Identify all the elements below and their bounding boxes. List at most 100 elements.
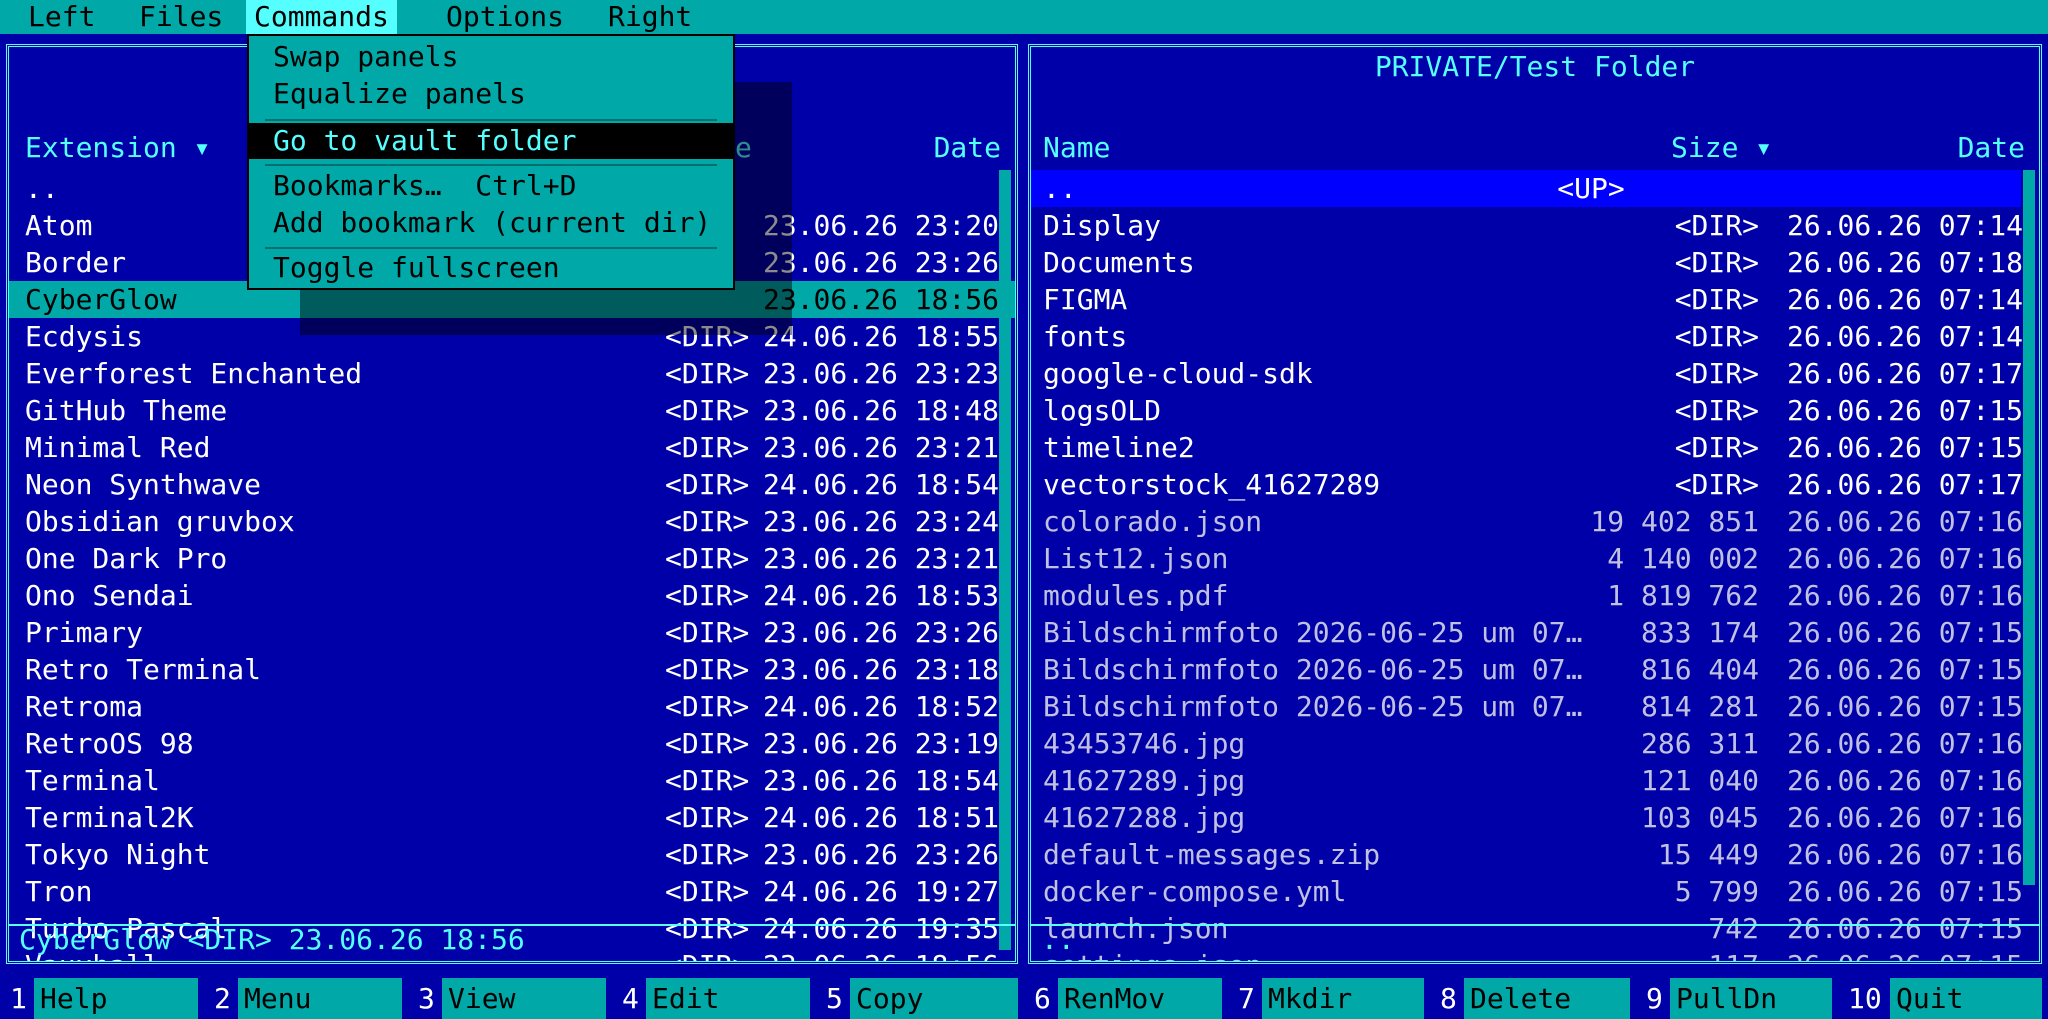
right-file-row[interactable]: List12.json 4 140 002 26.06.26 07:16 [1031,540,2039,577]
fkey-delete[interactable]: 8 Delete [1430,978,1636,1019]
file-name: Border [25,246,127,279]
fkey-label: Edit [646,978,810,1019]
right-file-row[interactable]: modules.pdf 1 819 762 26.06.26 07:16 [1031,577,2039,614]
fkey-help[interactable]: 1 Help [0,978,204,1019]
file-date: 26.06.26 07:16 [1786,505,2023,538]
file-size: <DIR> [1674,246,1759,279]
left-file-row[interactable]: Tokyo Night <DIR> 23.06.26 23:26 [9,836,1015,873]
right-file-row[interactable]: Bildschirmfoto 2026-06-25 um 07… 816 404 2… [1031,651,2039,688]
file-date: 23.06.26 23:26 [762,246,999,279]
fkey-copy[interactable]: 5 Copy [816,978,1024,1019]
left-col-date[interactable]: Date [934,131,1001,165]
right-file-row[interactable]: logsOLD <DIR> 26.06.26 07:15 [1031,392,2039,429]
file-date: 23.06.26 23:23 [762,357,999,390]
fkey-label: Copy [850,978,1018,1019]
left-file-row[interactable]: Neon Synthwave <DIR> 24.06.26 18:54 [9,466,1015,503]
fkey-view[interactable]: 3 View [408,978,612,1019]
menu-left[interactable]: Left [20,0,103,34]
file-date: 26.06.26 07:14 [1786,320,2023,353]
right-file-row[interactable]: fonts <DIR> 26.06.26 07:14 [1031,318,2039,355]
menu-item-go-to-vault-folder[interactable]: Go to vault folder [249,123,733,159]
menu-item-swap-panels[interactable]: Swap panels [249,39,733,75]
file-date: 26.06.26 07:15 [1786,616,2023,649]
fkey-renmov[interactable]: 6 RenMov [1024,978,1228,1019]
right-file-row[interactable]: Documents <DIR> 26.06.26 07:18 [1031,244,2039,281]
menu-commands[interactable]: Commands [246,0,397,34]
menu-item-equalize-panels[interactable]: Equalize panels [249,76,733,112]
file-size: <DIR> [665,801,750,834]
left-file-row[interactable]: Retroma <DIR> 24.06.26 18:52 [9,688,1015,725]
file-name: Retroma [25,690,144,723]
left-file-row[interactable]: Obsidian gruvbox <DIR> 23.06.26 23:24 [9,503,1015,540]
fkey-menu[interactable]: 2 Menu [204,978,408,1019]
menu-item-bookmarks[interactable]: Bookmarks… Ctrl+D [249,168,733,204]
fkey-pulldn[interactable]: 9 PullDn [1636,978,1838,1019]
file-name: Minimal Red [25,431,211,464]
file-date: 26.06.26 07:15 [1786,431,2023,464]
right-scrollbar[interactable] [2023,170,2035,885]
right-file-row[interactable]: 41627288.jpg 103 045 26.06.26 07:16 [1031,799,2039,836]
left-file-row[interactable]: Tron <DIR> 24.06.26 19:27 [9,873,1015,910]
menu-item-add-bookmark[interactable]: Add bookmark (current dir) [249,205,733,241]
right-file-row[interactable]: docker-compose.yml 5 799 26.06.26 07:15 [1031,873,2039,910]
file-date: 26.06.26 07:15 [1786,653,2023,686]
file-name: .. [25,172,59,205]
menu-files[interactable]: Files [131,0,231,34]
right-file-row[interactable]: Display <DIR> 26.06.26 07:14 [1031,207,2039,244]
left-sort-extension[interactable]: Extension ▾ [25,131,210,165]
fkey-edit[interactable]: 4 Edit [612,978,816,1019]
right-file-row[interactable]: 41627289.jpg 121 040 26.06.26 07:16 [1031,762,2039,799]
fkey-label: Quit [1890,978,2042,1019]
fkey-label: Menu [238,978,402,1019]
right-panel-title: PRIVATE/Test Folder [1374,50,1696,83]
right-file-row[interactable]: google-cloud-sdk <DIR> 26.06.26 07:17 [1031,355,2039,392]
file-size: <DIR> [665,690,750,723]
right-file-row[interactable]: Bildschirmfoto 2026-06-25 um 07… 833 174 2… [1031,614,2039,651]
file-size: <DIR> [665,727,750,760]
left-file-row[interactable]: Minimal Red <DIR> 23.06.26 23:21 [9,429,1015,466]
file-size: 19 402 851 [1590,505,1759,538]
right-file-row[interactable]: FIGMA <DIR> 26.06.26 07:14 [1031,281,2039,318]
file-name: 41627288.jpg [1043,801,1246,834]
right-file-row[interactable]: Bildschirmfoto 2026-06-25 um 07… 814 281 2… [1031,688,2039,725]
right-file-row[interactable]: .. <UP> [1031,170,2021,207]
fkey-mkdir[interactable]: 7 Mkdir [1228,978,1430,1019]
left-file-row[interactable]: Terminal <DIR> 23.06.26 18:54 [9,762,1015,799]
file-name: Atom [25,209,93,242]
right-file-row[interactable]: vectorstock_41627289 <DIR> 26.06.26 07:17 [1031,466,2039,503]
menu-right[interactable]: Right [600,0,700,34]
left-file-row[interactable]: GitHub Theme <DIR> 23.06.26 18:48 [9,392,1015,429]
left-file-row[interactable]: Everforest Enchanted <DIR> 23.06.26 23:23 [9,355,1015,392]
file-name: Terminal [25,764,160,797]
right-sort-size[interactable]: Size ▾ [1671,131,1772,165]
left-scrollbar[interactable] [999,170,1011,950]
left-file-row[interactable]: Primary <DIR> 23.06.26 23:26 [9,614,1015,651]
file-date: 26.06.26 07:16 [1786,764,2023,797]
right-col-name[interactable]: Name [1043,131,1110,165]
fkey-label: Mkdir [1262,978,1424,1019]
right-file-row[interactable]: colorado.json 19 402 851 26.06.26 07:16 [1031,503,2039,540]
file-name: modules.pdf [1043,579,1229,612]
commands-dropdown: Swap panels Equalize panels Go to vault … [247,34,735,290]
right-col-date[interactable]: Date [1958,131,2025,165]
right-file-row[interactable]: default-messages.zip 15 449 26.06.26 07:16 [1031,836,2039,873]
left-file-row[interactable]: RetroOS 98 <DIR> 23.06.26 23:19 [9,725,1015,762]
file-size: <DIR> [665,579,750,612]
right-file-row[interactable]: timeline2 <DIR> 26.06.26 07:15 [1031,429,2039,466]
menu-options[interactable]: Options [438,0,572,34]
left-file-row[interactable]: One Dark Pro <DIR> 23.06.26 23:21 [9,540,1015,577]
file-date: 26.06.26 07:15 [1786,394,2023,427]
file-date: 24.06.26 18:55 [762,320,999,353]
left-file-row[interactable]: Terminal2K <DIR> 24.06.26 18:51 [9,799,1015,836]
left-file-row[interactable]: Ono Sendai <DIR> 24.06.26 18:53 [9,577,1015,614]
fkey-number: 6 [1034,982,1051,1015]
fkey-number: 9 [1646,982,1663,1015]
file-date: 24.06.26 18:52 [762,690,999,723]
fkey-label: Delete [1464,978,1630,1019]
right-file-row[interactable]: 43453746.jpg 286 311 26.06.26 07:16 [1031,725,2039,762]
left-file-row[interactable]: Retro Terminal <DIR> 23.06.26 23:18 [9,651,1015,688]
file-name: Bildschirmfoto 2026-06-25 um 07… [1043,690,1583,723]
file-size: <UP> [1557,172,1625,205]
menu-item-toggle-fullscreen[interactable]: Toggle fullscreen [249,250,733,286]
fkey-quit[interactable]: 10 Quit [1838,978,2048,1019]
